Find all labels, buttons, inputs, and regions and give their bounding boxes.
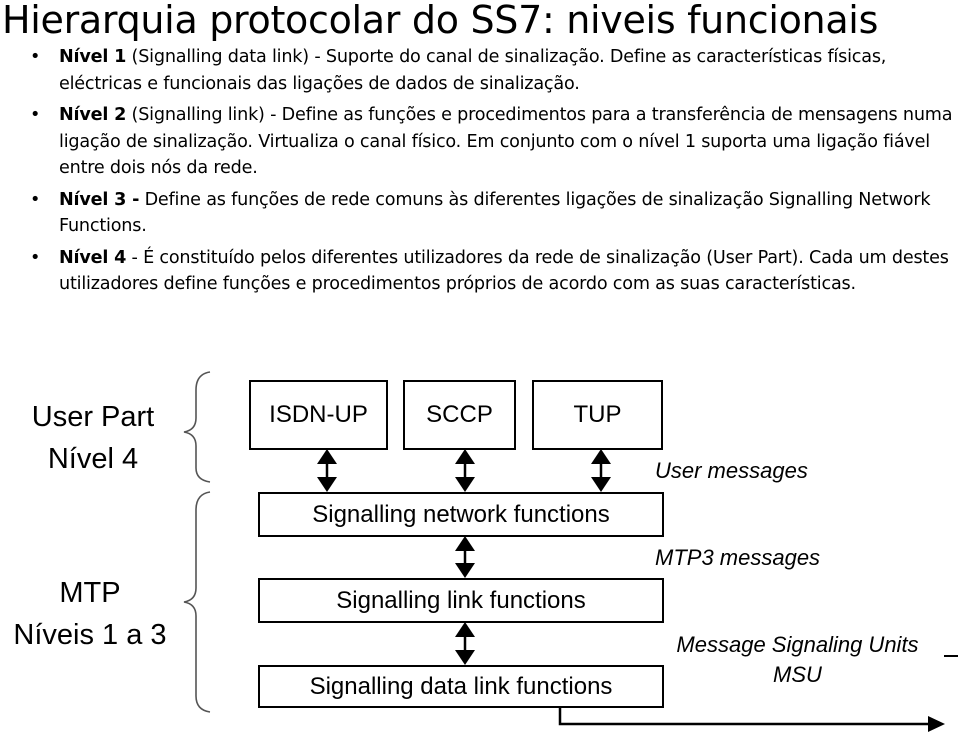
box-tup: TUP: [532, 380, 663, 450]
double-arrow-tup-icon: [591, 449, 611, 492]
brace-mtp-icon: [183, 491, 211, 713]
bullet-nivel-2: • Nível 2 (Signalling link) - Define as f…: [30, 102, 955, 182]
double-arrow-link-datalink-icon: [455, 622, 475, 665]
double-arrow-network-link-icon: [455, 536, 475, 578]
box-signalling-link-functions: Signalling link functions: [258, 578, 664, 623]
group-label-user-part: User Part Nível 4: [8, 396, 178, 480]
bullet-text: - É constituído pelos diferentes utiliza…: [59, 247, 949, 295]
box-isdn-up: ISDN-UP: [249, 380, 388, 450]
bullet-heading: Nível 1: [59, 47, 127, 67]
bullet-icon: •: [30, 247, 41, 268]
msu-output-arrow-icon: [558, 706, 945, 732]
bullet-icon: •: [30, 47, 41, 67]
bullet-text: Define as funções de rede comuns às dife…: [59, 189, 931, 237]
bullet-heading: Nível 4: [59, 247, 127, 268]
box-sccp: SCCP: [403, 380, 516, 450]
group-label-line: User Part: [31, 401, 155, 433]
bullet-nivel-3: • Nível 3 - Define as funções de rede com…: [30, 187, 955, 240]
double-arrow-sccp-icon: [455, 449, 475, 492]
msu-line-2: MSU: [773, 662, 822, 687]
bullet-list: • Nível 1 (Signalling data link) - Suport…: [30, 44, 955, 303]
msu-line-1: Message Signaling Units: [676, 632, 919, 657]
bullet-text: (Signalling data link) - Suporte do cana…: [59, 47, 887, 94]
bullet-heading: Nível 2: [59, 105, 127, 125]
label-msu: Message Signaling Units MSU: [655, 630, 940, 690]
label-mtp3-messages: MTP3 messages: [655, 545, 821, 570]
bullet-nivel-1: • Nível 1 (Signalling data link) - Suport…: [30, 44, 955, 97]
brace-user-part-icon: [183, 371, 211, 483]
group-label-line: Níveis 1 a 3: [13, 619, 167, 651]
group-label-line: MTP: [59, 577, 121, 609]
bullet-text: (Signalling link) - Define as funções e …: [59, 105, 953, 178]
slide-title: Hierarquia protocolar do SS7: niveis fun…: [2, 0, 879, 42]
group-label-line: Nível 4: [47, 443, 139, 475]
box-signalling-network-functions: Signalling network functions: [258, 492, 664, 537]
bullet-heading: Nível 3 -: [59, 189, 140, 210]
bullet-nivel-4: • Nível 4 - É constituído pelos diferente…: [30, 245, 955, 298]
group-label-mtp: MTP Níveis 1 a 3: [0, 572, 180, 656]
bullet-icon: •: [30, 105, 41, 125]
box-signalling-data-link-functions: Signalling data link functions: [258, 665, 664, 708]
double-arrow-isdn-up-icon: [317, 449, 337, 492]
ss7-hierarchy-diagram: User Part Nível 4 MTP Níveis 1 a 3 ISDN-…: [0, 360, 959, 734]
label-user-messages: User messages: [655, 458, 808, 483]
bullet-icon: •: [30, 189, 41, 210]
